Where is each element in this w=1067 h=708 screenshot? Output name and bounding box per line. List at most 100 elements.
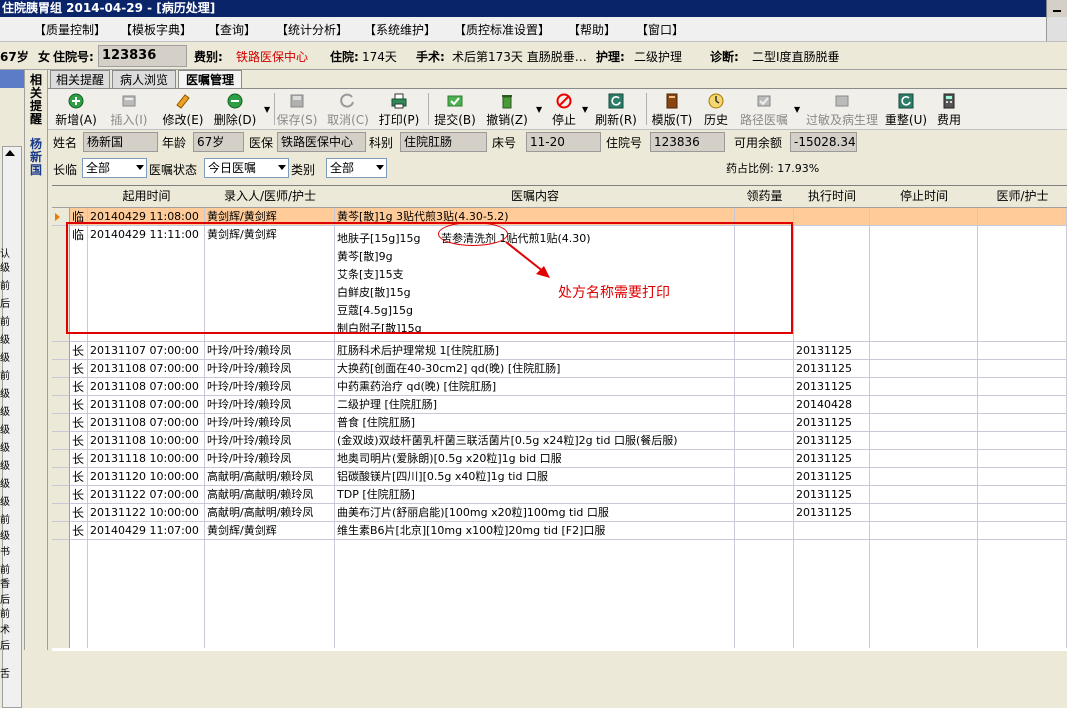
dispensed-cell[interactable] [735, 414, 794, 432]
table-row[interactable]: 长 20131108 07:00:00 叶玲/叶玲/赖玲凤 二级护理 [住院肛肠] 20… [52, 396, 1067, 414]
doctor-nurse-cell[interactable] [978, 414, 1067, 432]
table-row[interactable]: 长 20131122 07:00:00 高献明/高献明/赖玲凤 TDP [住院肛肠] 2… [52, 486, 1067, 504]
kind-cell[interactable]: 长 [70, 522, 88, 540]
dispensed-cell[interactable] [735, 396, 794, 414]
kind-cell[interactable]: 长 [70, 396, 88, 414]
staff-cell[interactable]: 叶玲/叶玲/赖玲凤 [205, 432, 335, 450]
exec-time-cell[interactable]: 20131125 [794, 468, 870, 486]
header-dispensed[interactable]: 领药量 [735, 186, 795, 208]
staff-cell[interactable]: 叶玲/叶玲/赖玲凤 [205, 414, 335, 432]
header-staff[interactable]: 录入人/医师/护士 [205, 186, 336, 208]
exec-time-cell[interactable]: 20131125 [794, 360, 870, 378]
vtab-patient[interactable]: 杨新国 [28, 138, 44, 177]
table-row[interactable]: 长 20131108 07:00:00 叶玲/叶玲/赖玲凤 大换药[创面在40-30c… [52, 360, 1067, 378]
stop-time-cell[interactable] [870, 342, 978, 360]
dispensed-cell[interactable] [735, 432, 794, 450]
start-time-cell[interactable]: 20131108 07:00:00 [88, 414, 205, 432]
start-time-cell[interactable]: 20131108 07:00:00 [88, 396, 205, 414]
table-row[interactable]: 长 20140429 11:07:00 黄剑辉/黄剑辉 维生素B6片[北京][10mg… [52, 522, 1067, 540]
add-button[interactable]: 新增(A) [54, 89, 98, 129]
longtemp-select[interactable]: 全部 [82, 158, 147, 178]
doctor-nurse-cell[interactable] [978, 396, 1067, 414]
dispensed-cell[interactable] [735, 504, 794, 522]
doctor-nurse-cell[interactable] [978, 504, 1067, 522]
tab-patient-browse[interactable]: 病人浏览 [112, 70, 176, 89]
pathway-order-button[interactable]: 路径医嘱 [736, 89, 792, 129]
save-button[interactable]: 保存(S) [274, 89, 320, 129]
staff-cell[interactable]: 高献明/高献明/赖玲凤 [205, 486, 335, 504]
staff-cell[interactable]: 高献明/高献明/赖玲凤 [205, 468, 335, 486]
row-selector[interactable] [52, 342, 70, 360]
content-cell[interactable]: (金双歧)双歧杆菌乳杆菌三联活菌片[0.5g x24粒]2g tid 口服(餐后… [335, 432, 735, 450]
start-time-cell[interactable]: 20131118 10:00:00 [88, 450, 205, 468]
cancel-button[interactable]: 取消(C) [324, 89, 372, 129]
staff-cell[interactable]: 黄剑辉/黄剑辉 [205, 522, 335, 540]
tab-reminders[interactable]: 相关提醒 [50, 70, 110, 89]
dispensed-cell[interactable] [735, 522, 794, 540]
refresh-button[interactable]: 刷新(R) [592, 89, 640, 129]
stop-button[interactable]: 停止 [544, 89, 584, 129]
header-exec-time[interactable]: 执行时间 [794, 186, 871, 208]
undo-dropdown-icon[interactable]: ▼ [536, 105, 542, 114]
table-row[interactable]: 长 20131122 10:00:00 高献明/高献明/赖玲凤 曲美布汀片(舒丽启能)… [52, 504, 1067, 522]
stop-time-cell[interactable] [870, 208, 978, 226]
status-select[interactable]: 今日医嘱 [204, 158, 289, 178]
staff-cell[interactable]: 叶玲/叶玲/赖玲凤 [205, 360, 335, 378]
scroll-up-icon[interactable] [5, 150, 15, 156]
dispensed-cell[interactable] [735, 378, 794, 396]
content-cell[interactable]: 地奥司明片(爱脉朗)[0.5g x20粒]1g bid 口服 [335, 450, 735, 468]
doctor-nurse-cell[interactable] [978, 342, 1067, 360]
menu-statistics[interactable]: 【统计分析】 [276, 21, 348, 38]
header-doctor-nurse[interactable]: 医师/护士 [978, 186, 1067, 208]
doctor-nurse-cell[interactable] [978, 522, 1067, 540]
exec-time-cell[interactable]: 20131125 [794, 450, 870, 468]
kind-cell[interactable]: 长 [70, 360, 88, 378]
dispensed-cell[interactable] [735, 450, 794, 468]
content-cell[interactable]: TDP [住院肛肠] [335, 486, 735, 504]
content-cell[interactable]: 中药熏药治疗 qd(晚) [住院肛肠] [335, 378, 735, 396]
row-selector[interactable] [52, 360, 70, 378]
row-selector[interactable] [52, 414, 70, 432]
stop-time-cell[interactable] [870, 396, 978, 414]
exec-time-cell[interactable]: 20131125 [794, 378, 870, 396]
menu-help[interactable]: 【帮助】 [568, 21, 616, 38]
start-time-cell[interactable]: 20131108 10:00:00 [88, 432, 205, 450]
kind-cell[interactable]: 长 [70, 414, 88, 432]
vtab-reminders[interactable]: 相关提醒 [28, 74, 44, 126]
table-row[interactable]: 长 20131108 10:00:00 叶玲/叶玲/赖玲凤 (金双歧)双歧杆菌乳杆菌三… [52, 432, 1067, 450]
table-row[interactable]: 长 20131118 10:00:00 叶玲/叶玲/赖玲凤 地奥司明片(爱脉朗)[0.… [52, 450, 1067, 468]
staff-cell[interactable]: 叶玲/叶玲/赖玲凤 [205, 342, 335, 360]
undo-button[interactable]: 撤销(Z) [484, 89, 530, 129]
exec-time-cell[interactable]: 20131125 [794, 432, 870, 450]
menu-qc-standard-settings[interactable]: 【质控标准设置】 [454, 21, 550, 38]
header-start-time[interactable]: 起用时间 [88, 186, 206, 208]
stop-time-cell[interactable] [870, 432, 978, 450]
staff-cell[interactable]: 叶玲/叶玲/赖玲凤 [205, 396, 335, 414]
doctor-nurse-cell[interactable] [978, 432, 1067, 450]
tab-order-management[interactable]: 医嘱管理 [178, 70, 242, 89]
kind-cell[interactable]: 长 [70, 378, 88, 396]
row-selector[interactable] [52, 504, 70, 522]
dispensed-cell[interactable] [735, 360, 794, 378]
content-cell[interactable]: 铝碳酸镁片[四川][0.5g x40粒]1g tid 口服 [335, 468, 735, 486]
start-time-cell[interactable]: 20131107 07:00:00 [88, 342, 205, 360]
doctor-nurse-cell[interactable] [978, 360, 1067, 378]
start-time-cell[interactable]: 20131122 10:00:00 [88, 504, 205, 522]
doctor-nurse-cell[interactable] [978, 468, 1067, 486]
content-cell[interactable]: 大换药[创面在40-30cm2] qd(晚) [住院肛肠] [335, 360, 735, 378]
exec-time-cell[interactable]: 20131125 [794, 414, 870, 432]
submit-button[interactable]: 提交(B) [432, 89, 478, 129]
staff-cell[interactable]: 叶玲/叶玲/赖玲凤 [205, 450, 335, 468]
dispensed-cell[interactable] [735, 486, 794, 504]
stop-time-cell[interactable] [870, 504, 978, 522]
staff-cell[interactable]: 高献明/高献明/赖玲凤 [205, 504, 335, 522]
row-selector[interactable] [52, 396, 70, 414]
content-cell[interactable]: 肛肠科术后护理常规 1[住院肛肠] [335, 342, 735, 360]
header-stop-time[interactable]: 停止时间 [870, 186, 979, 208]
stop-time-cell[interactable] [870, 378, 978, 396]
stop-time-cell[interactable] [870, 414, 978, 432]
menu-query[interactable]: 【查询】 [208, 21, 256, 38]
content-cell[interactable]: 曲美布汀片(舒丽启能)[100mg x20粒]100mg tid 口服 [335, 504, 735, 522]
kind-cell[interactable]: 长 [70, 342, 88, 360]
table-row[interactable]: 长 20131108 07:00:00 叶玲/叶玲/赖玲凤 普食 [住院肛肠] 2013… [52, 414, 1067, 432]
